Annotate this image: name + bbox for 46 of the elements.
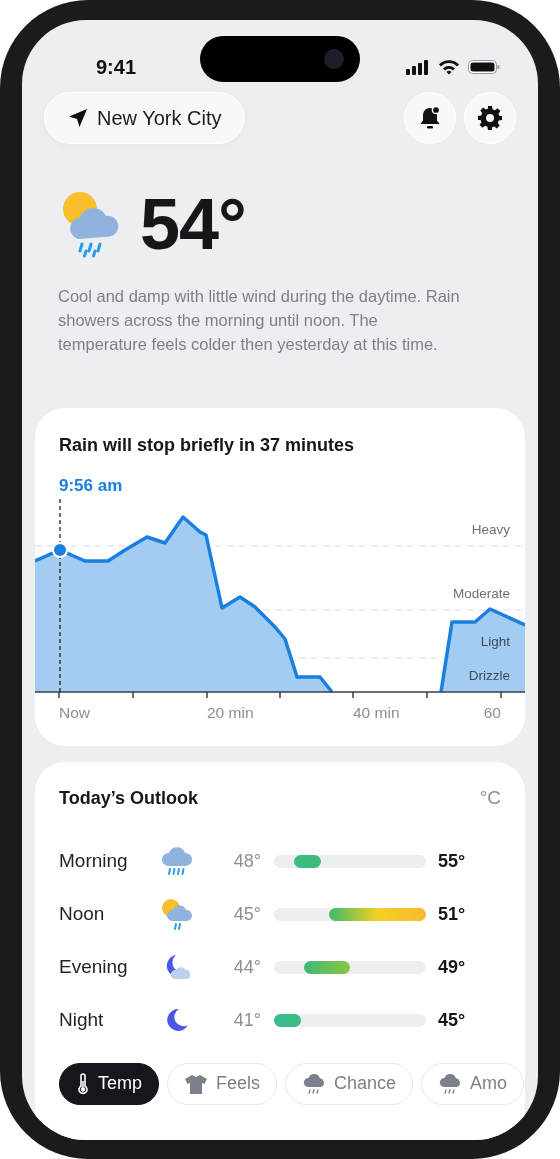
intensity-label: Drizzle: [468, 668, 510, 683]
rain-card-title: Rain will stop briefly in 37 minutes: [58, 434, 356, 457]
location-button[interactable]: New York City: [44, 92, 245, 144]
high-temperature: 45°: [438, 1008, 467, 1032]
rain-cloud-icon: [302, 1071, 327, 1096]
navigation-arrow-icon: [67, 107, 89, 129]
intensity-label: Moderate: [452, 586, 510, 601]
intensity-label: Light: [480, 634, 510, 649]
shirt-icon: [184, 1072, 208, 1095]
signal-icon: [406, 59, 430, 75]
status-time: 9:41: [96, 55, 137, 80]
axis-label: 40 min: [353, 704, 400, 721]
time-cursor-handle[interactable]: [52, 542, 68, 558]
intensity-label: Heavy: [471, 522, 510, 537]
high-temperature: 55°: [438, 849, 467, 873]
settings-icon: [476, 104, 504, 132]
period-label: Noon: [59, 901, 106, 926]
current-temperature: 54°: [140, 188, 246, 260]
metric-tab[interactable]: Amo: [421, 1062, 525, 1105]
low-temperature: 44°: [232, 955, 261, 979]
battery-icon: [468, 59, 500, 75]
sun-rain-cloud-icon: [160, 897, 194, 931]
notification-button[interactable]: [404, 92, 456, 144]
high-temperature: 49°: [438, 955, 467, 979]
thermometer-icon: [76, 1072, 90, 1095]
period-label: Night: [59, 1007, 105, 1032]
high-temperature: 51°: [438, 902, 467, 926]
wifi-icon: [438, 59, 460, 75]
axis-label: Now: [59, 704, 90, 721]
metric-tab[interactable]: Temp: [59, 1062, 159, 1105]
low-temperature: 48°: [232, 849, 261, 873]
outlook-title: Today’s Outlook: [59, 786, 198, 810]
period-label: Evening: [59, 954, 129, 979]
rain-cloud-icon: [438, 1071, 463, 1096]
unit-label: °C: [479, 786, 501, 810]
low-temperature: 45°: [232, 902, 261, 926]
metric-tab[interactable]: Feels: [167, 1062, 278, 1105]
rain-cloud-icon: [160, 844, 194, 878]
low-temperature: 41°: [232, 1008, 261, 1032]
axis-label: 20 min: [207, 704, 254, 721]
settings-button[interactable]: [464, 92, 516, 144]
metric-tab[interactable]: Chance: [285, 1062, 414, 1105]
period-label: Morning: [59, 848, 129, 873]
axis-label: 60: [483, 704, 501, 721]
cursor-time: 9:56 am: [59, 476, 123, 495]
weather-description: Cool and damp with little wind during the daytime. Rain showers across the morning until noon. The temperature feels colder then yesterday at this time.: [58, 286, 461, 355]
